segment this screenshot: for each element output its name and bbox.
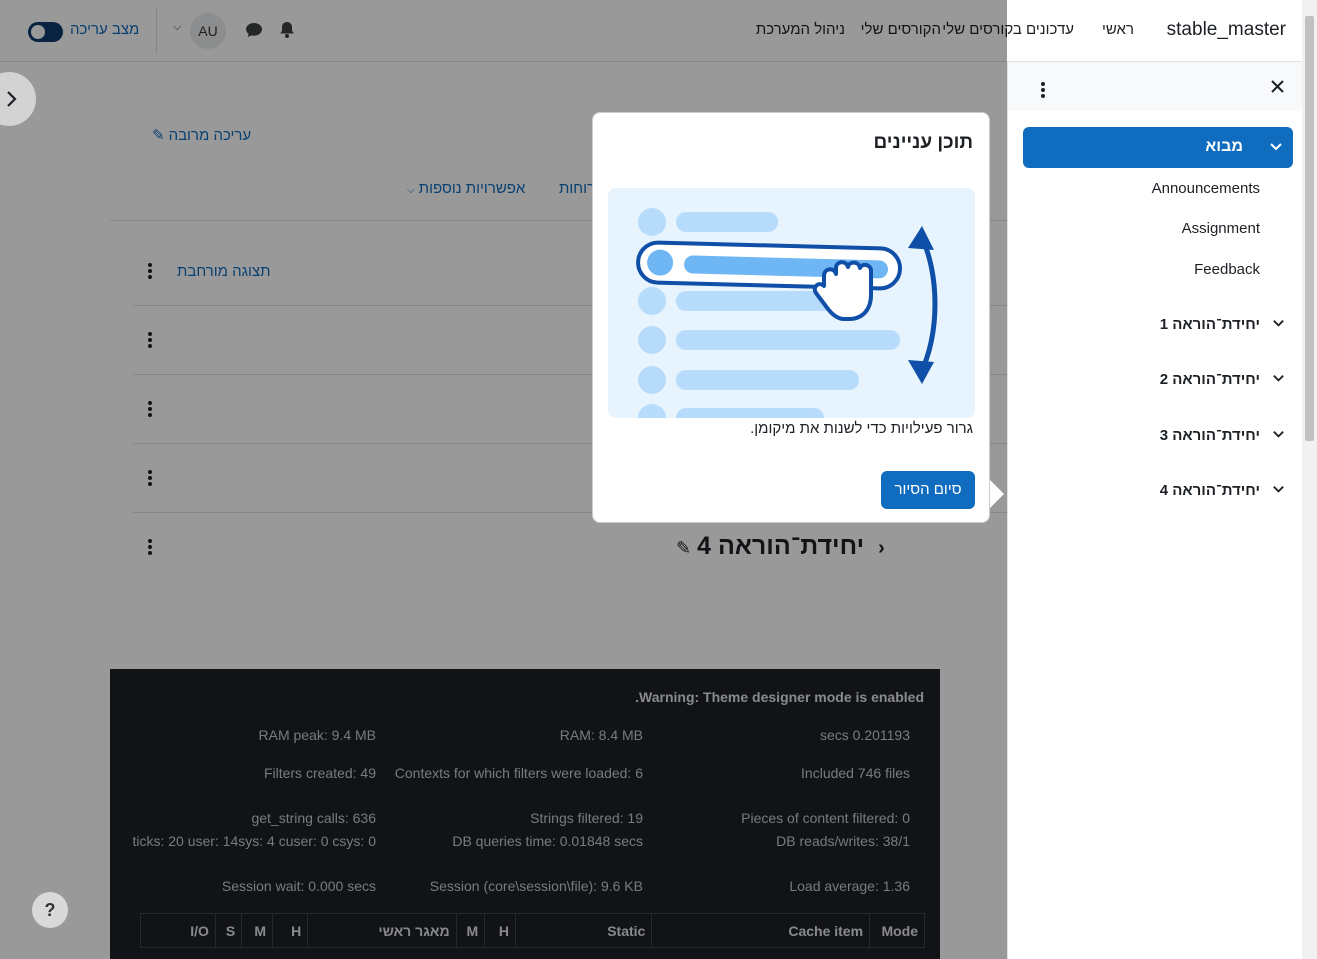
- course-index-activity[interactable]: Announcements: [1152, 180, 1260, 197]
- table-header: S: [214, 913, 243, 948]
- perf-contexts: Contexts for which filters were loaded: …: [394, 765, 643, 781]
- perf-strings-filtered: Strings filtered: 19: [530, 810, 643, 826]
- table-header: Static: [514, 913, 653, 948]
- secondary-nav-tab[interactable]: רוחות: [559, 180, 595, 197]
- table-header: מאגר ראשי: [307, 913, 457, 948]
- table-header: Cache item: [651, 913, 871, 948]
- perf-pieces-filtered: Pieces of content filtered: 0: [741, 810, 910, 826]
- more-options-label: אפשרויות נוספות: [418, 180, 526, 197]
- table-header: H: [272, 913, 309, 948]
- perf-db-time: DB queries time: 0.01848 secs: [452, 833, 643, 849]
- nav-site-admin[interactable]: ניהול המערכת: [756, 21, 845, 38]
- course-index-activity[interactable]: Assignment: [1182, 220, 1260, 237]
- tour-popover: תוכן עניינים גרור פעילויות כדי לשנות את …: [592, 112, 990, 523]
- course-index-drawer: מבוא Announcements Assignment Feedback י…: [1007, 62, 1303, 959]
- expanded-view-link[interactable]: תצוגה מורחבת: [177, 263, 270, 280]
- perf-get-string: get_string calls: 636: [251, 810, 376, 826]
- tour-text: גרור פעילויות כדי לשנות את מיקומן.: [750, 420, 973, 437]
- table-header: M: [241, 913, 274, 948]
- section-4-title: יחידת־הוראה 4: [697, 532, 865, 560]
- perf-ticks: ticks: 20 user: 14sys: 4 cuser: 0 csys: …: [132, 833, 376, 849]
- tour-title: תוכן עניינים: [873, 132, 973, 153]
- cache-table-header: Mode Cache item Static H M מאגר ראשי H M…: [140, 913, 925, 948]
- section-label: מבוא: [1205, 138, 1243, 155]
- edit-mode-switch[interactable]: [28, 22, 63, 42]
- more-options-menu[interactable]: ⌵ אפשרויות נוספות: [407, 180, 525, 197]
- chevron-down-icon[interactable]: ⌵: [173, 21, 181, 34]
- perf-filters-created: Filters created: 49: [263, 765, 376, 781]
- section-menu-icon[interactable]: [147, 401, 153, 419]
- pencil-icon: ✎: [152, 127, 165, 144]
- theme-designer-warning: Warning: Theme designer mode is enabled.: [635, 689, 924, 705]
- edit-mode-label[interactable]: מצב עריכה: [70, 21, 139, 38]
- navbar: stable_master ראשי עדכונים בקורסים שלי ה…: [0, 0, 1302, 62]
- bulk-edit-label: עריכה מרובה: [168, 127, 252, 144]
- drawer-menu-icon[interactable]: [1040, 82, 1046, 100]
- chat-icon[interactable]: [244, 20, 264, 40]
- popover-arrow: [990, 480, 1004, 508]
- chevron-down-icon: ⌵: [407, 185, 415, 196]
- perf-session: Session (core\session\file): 9.6 KB: [429, 878, 643, 894]
- section-menu-icon[interactable]: [147, 332, 153, 350]
- course-index-section[interactable]: יחידת־הוראה 2: [1160, 371, 1260, 388]
- pencil-icon[interactable]: ✎: [676, 538, 691, 558]
- kebab-menu-icon[interactable]: [147, 263, 153, 281]
- section-4-heading: ‹ יחידת־הוראה 4 ✎: [676, 532, 885, 561]
- site-brand[interactable]: stable_master: [1167, 19, 1286, 41]
- help-button[interactable]: ?: [32, 892, 68, 928]
- course-index-section[interactable]: יחידת־הוראה 3: [1160, 427, 1260, 444]
- cache-table: Mode Cache item Static H M מאגר ראשי H M…: [140, 913, 925, 948]
- chevron-down-icon[interactable]: [1272, 428, 1285, 441]
- performance-info: Warning: Theme designer mode is enabled.…: [110, 669, 940, 959]
- end-tour-button[interactable]: סיום הסיור: [881, 471, 975, 509]
- table-header: Mode: [869, 913, 925, 948]
- chevron-left-icon[interactable]: ‹: [878, 537, 885, 559]
- drawer-header: [1008, 62, 1303, 111]
- close-icon[interactable]: [1271, 80, 1284, 93]
- perf-load: Load average: 1.36: [789, 878, 910, 894]
- perf-session-wait: Session wait: 0.000 secs: [221, 878, 376, 894]
- nav-home[interactable]: ראשי: [1102, 21, 1134, 38]
- nav-my-courses[interactable]: הקורסים שלי: [861, 21, 941, 38]
- user-avatar[interactable]: AU: [190, 13, 226, 49]
- course-index-section[interactable]: יחידת־הוראה 4: [1160, 482, 1260, 499]
- chevron-right-icon: [7, 91, 17, 107]
- bulk-edit-link[interactable]: ✎ עריכה מרובה: [152, 126, 251, 144]
- perf-ram-peak: RAM peak: 9.4 MB: [258, 727, 377, 743]
- chevron-down-icon[interactable]: [1272, 483, 1285, 496]
- perf-ram: RAM: 8.4 MB: [559, 727, 643, 743]
- table-header: I/O: [140, 913, 216, 948]
- chevron-down-icon[interactable]: [1272, 317, 1285, 330]
- table-header: H: [484, 913, 516, 948]
- chevron-down-icon[interactable]: [1272, 372, 1285, 385]
- course-index-section-intro[interactable]: מבוא: [1023, 127, 1293, 168]
- perf-db-rw: DB reads/writes: 38/1: [776, 833, 910, 849]
- course-index-section[interactable]: יחידת־הוראה 1: [1160, 316, 1260, 333]
- scrollbar-thumb[interactable]: [1305, 16, 1314, 441]
- course-index-activity[interactable]: Feedback: [1194, 261, 1260, 278]
- drag-activity-illustration: [636, 208, 938, 418]
- table-header: M: [455, 913, 486, 948]
- nav-course-updates[interactable]: עדכונים בקורסים שלי: [942, 21, 1074, 38]
- bell-icon[interactable]: [277, 20, 297, 40]
- perf-included-files: Included 746 files: [801, 765, 910, 781]
- nav-divider: [156, 8, 157, 54]
- section-menu-icon[interactable]: [147, 470, 153, 488]
- chevron-down-icon: [1270, 143, 1282, 151]
- perf-secs: secs 0.201193: [819, 727, 910, 743]
- section-menu-icon[interactable]: [147, 539, 153, 557]
- drag-illustration: [608, 188, 975, 418]
